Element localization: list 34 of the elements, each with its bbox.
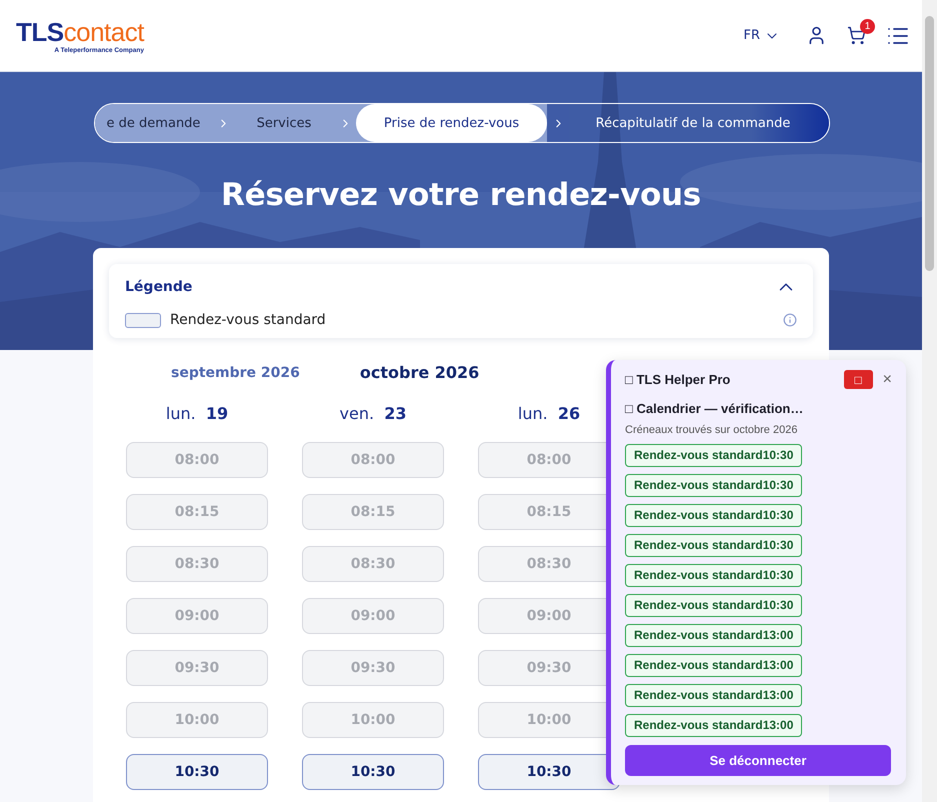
day-header: ven. 23 xyxy=(340,404,406,425)
month-tab[interactable]: septembre 2026 xyxy=(171,363,300,382)
found-slot[interactable]: Rendez-vous standard13:00 xyxy=(625,684,802,707)
step-label[interactable]: Prise de rendez-vous xyxy=(356,104,547,142)
helper-title: □ TLS Helper Pro xyxy=(625,372,730,387)
time-slot[interactable]: 10:30 xyxy=(302,754,444,790)
stop-button[interactable]: □ xyxy=(844,370,873,389)
day-header: lun. 26 xyxy=(518,404,580,425)
language-selector[interactable]: FR xyxy=(737,26,786,44)
page-title: Réservez votre rendez-vous xyxy=(221,177,701,213)
scrollbar-thumb[interactable] xyxy=(925,16,934,271)
legend-label: Rendez-vous standard xyxy=(170,312,327,328)
found-slot[interactable]: Rendez-vous standard10:30 xyxy=(625,504,802,527)
found-slot[interactable]: Rendez-vous standard10:30 xyxy=(625,474,802,497)
found-slot[interactable]: Rendez-vous standard13:00 xyxy=(625,654,802,677)
found-slot[interactable]: Rendez-vous standard10:30 xyxy=(625,594,802,617)
info-icon[interactable] xyxy=(783,313,797,327)
month-tab[interactable]: octobre 2026 xyxy=(360,363,480,382)
cart-icon[interactable] xyxy=(847,26,866,45)
time-slot[interactable]: 10:30 xyxy=(478,754,620,790)
legend-swatch xyxy=(125,312,161,328)
time-slot[interactable]: 10:30 xyxy=(126,754,268,790)
found-slot[interactable]: Rendez-vous standard10:30 xyxy=(625,444,802,467)
day-header: lun. 19 xyxy=(166,404,228,425)
helper-status: □ Calendrier — vérification… xyxy=(625,401,804,416)
helper-subtitle: Créneaux trouvés sur octobre 2026 xyxy=(625,424,798,436)
found-slot[interactable]: Rendez-vous standard10:30 xyxy=(625,564,802,587)
logout-button[interactable]: Se déconnecter xyxy=(625,745,891,776)
found-slot[interactable]: Rendez-vous standard13:00 xyxy=(625,624,802,647)
close-button[interactable]: × xyxy=(882,370,892,388)
found-slot[interactable]: Rendez-vous standard10:30 xyxy=(625,534,802,557)
found-slot[interactable]: Rendez-vous standard13:00 xyxy=(625,714,802,737)
legend-title: Légende xyxy=(125,279,192,295)
cart-count: 1 xyxy=(860,19,875,34)
